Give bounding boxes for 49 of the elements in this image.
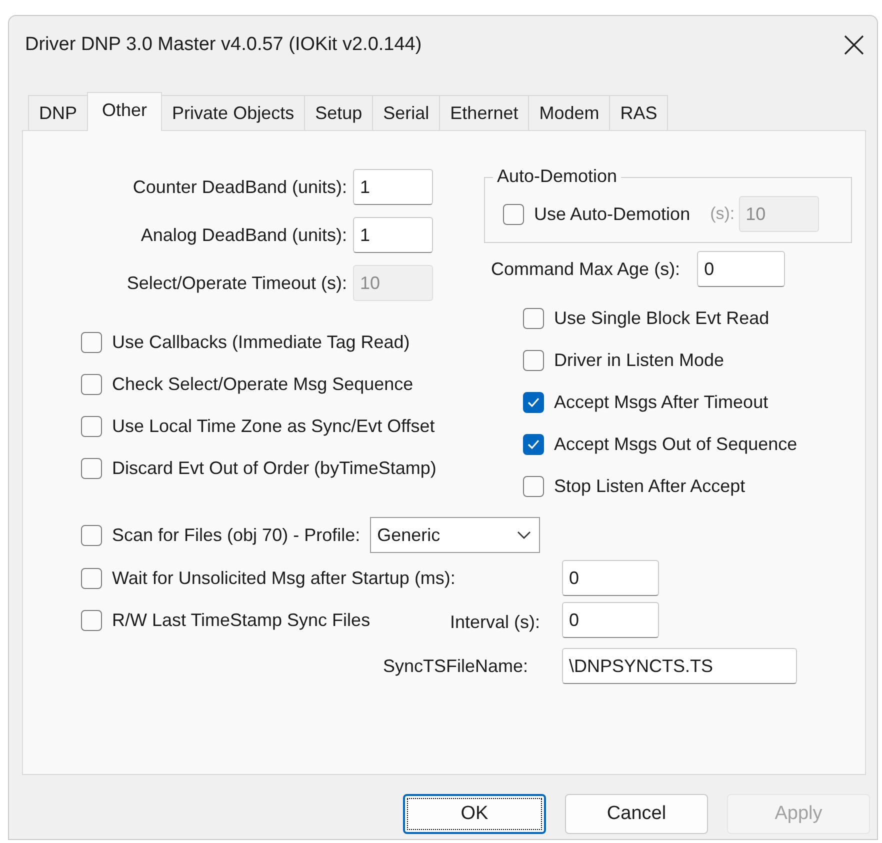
checkbox[interactable]	[81, 610, 102, 630]
checkbox[interactable]	[81, 332, 102, 352]
checkbox[interactable]	[523, 476, 544, 496]
checkbox-label: Use Local Time Zone as Sync/Evt Offset	[112, 414, 435, 438]
field-label: SyncTSFileName:	[382, 654, 529, 678]
input-field[interactable]: 0	[562, 602, 659, 638]
checkbox-label: Use Auto-Demotion	[534, 202, 690, 226]
checkbox-label: Check Select/Operate Msg Sequence	[112, 372, 414, 396]
check-icon	[527, 396, 540, 408]
profile-dropdown[interactable]: Generic	[370, 517, 540, 553]
checkbox[interactable]	[523, 350, 544, 370]
checkbox-label: Accept Msgs Out of Sequence	[554, 432, 798, 456]
dialog-button[interactable]: OK	[403, 794, 546, 834]
input-field[interactable]: 0	[697, 251, 786, 287]
checkbox-label: Stop Listen After Accept	[554, 474, 746, 498]
checkbox-label: Driver in Listen Mode	[554, 348, 724, 372]
checkbox-label: Discard Evt Out of Order (byTimeStamp)	[112, 456, 436, 480]
checkbox[interactable]	[523, 308, 544, 328]
checkbox-label: Wait for Unsolicited Msg after Startup (ms):	[112, 566, 456, 590]
checkbox[interactable]	[81, 458, 102, 478]
field-label: Command Max Age (s):	[491, 258, 680, 281]
checkbox-label: Scan for Files (obj 70) - Profile:	[112, 524, 360, 547]
input-field[interactable]: 1	[353, 217, 433, 253]
window-title: Driver DNP 3.0 Master v4.0.57 (IOKit v2.0.144)	[25, 32, 422, 57]
caret-icon	[517, 531, 532, 539]
checkbox[interactable]	[81, 416, 102, 436]
tab[interactable]: Other	[87, 92, 162, 131]
field-label: Select/Operate Timeout (s):	[126, 272, 348, 295]
close-icon[interactable]	[843, 34, 865, 56]
input-field[interactable]: \DNPSYNCTS.TS	[562, 648, 797, 684]
input-field[interactable]: 0	[562, 560, 659, 596]
dialog-button[interactable]: Cancel	[565, 794, 708, 834]
checkbox[interactable]	[81, 568, 102, 588]
field-label: Counter DeadBand (units):	[132, 176, 348, 199]
field-label: Interval (s):	[450, 610, 540, 634]
tab[interactable]: RAS	[609, 95, 668, 130]
unit-label: (s):	[710, 203, 735, 226]
tab[interactable]: DNP	[28, 95, 88, 130]
check-icon	[527, 438, 540, 450]
checkbox[interactable]	[523, 434, 544, 454]
checkbox[interactable]	[81, 374, 102, 394]
checkbox-label: Use Single Block Evt Read	[554, 306, 770, 330]
checkbox-label: Use Callbacks (Immediate Tag Read)	[112, 330, 410, 354]
checkbox-label: Accept Msgs After Timeout	[554, 390, 768, 414]
checkbox-label: R/W Last TimeStamp Sync Files	[112, 608, 370, 632]
field-label: Analog DeadBand (units):	[140, 224, 348, 247]
checkbox[interactable]	[523, 392, 544, 412]
checkbox[interactable]	[81, 524, 102, 546]
input-field[interactable]: 1	[353, 169, 433, 205]
